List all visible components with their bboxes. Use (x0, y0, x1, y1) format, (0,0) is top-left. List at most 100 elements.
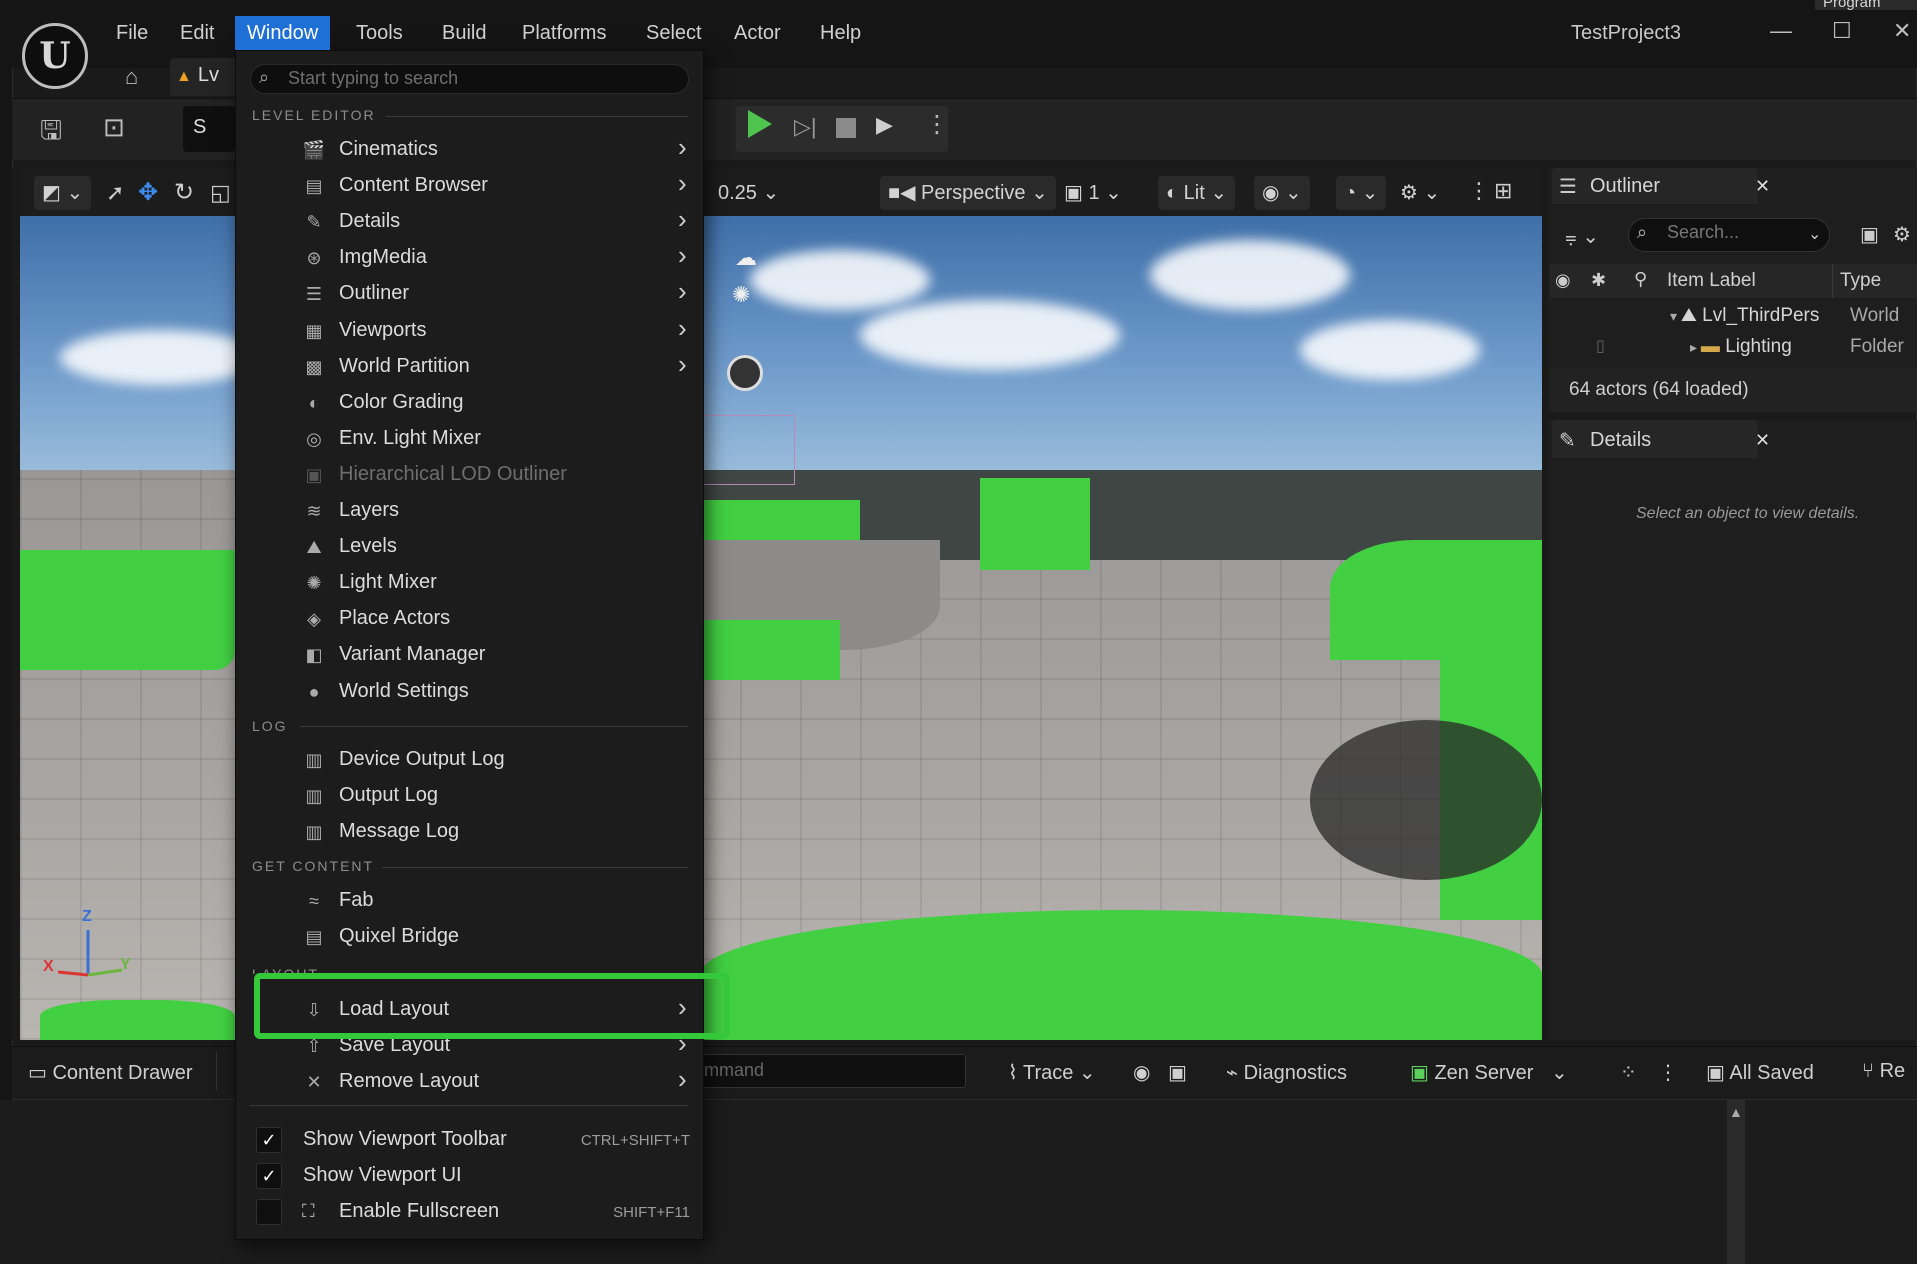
lit-button[interactable]: ◐ Lit ⌄ (1158, 176, 1236, 210)
diagnostics-button[interactable]: ⌁ Diagnostics (1226, 1060, 1347, 1085)
filter-icon[interactable]: ⩦ ⌄ (1565, 224, 1599, 249)
axis-gizmo (57, 930, 123, 977)
search-icon: ⌕ (259, 67, 270, 87)
cloud (750, 250, 930, 310)
checkbox[interactable]: ✓ (256, 1163, 282, 1189)
level-tab[interactable]: ▲ Lv (170, 58, 240, 96)
source-control-icon[interactable]: ⁘ (1620, 1060, 1637, 1085)
env-light-mixer-icon: ◎ (306, 429, 322, 449)
menu-item-label: Content Browser (339, 174, 488, 196)
play-options-icon[interactable]: ⋮ (925, 110, 949, 139)
menu-edit[interactable]: Edit (168, 16, 226, 50)
file-icon: ▯ (1596, 338, 1605, 355)
section-divider (382, 867, 688, 868)
menu-item-label: Place Actors (339, 607, 451, 629)
menu-platforms[interactable]: Platforms (510, 16, 618, 50)
column-item-label[interactable]: Item Label (1667, 270, 1756, 292)
camera-count-button[interactable]: ▣ 1 ⌄ (1056, 176, 1130, 210)
save-layout-icon: ⇧ (306, 1036, 322, 1056)
expand-arrow-icon[interactable]: ▾ (1670, 308, 1681, 324)
content-drawer-button[interactable]: ▭ Content Drawer (28, 1060, 193, 1085)
perspective-button[interactable]: ■◀ Perspective ⌄ (880, 176, 1056, 210)
collapse-arrow-icon[interactable]: ▸ (1690, 339, 1701, 355)
viewports-icon: ▦ (305, 321, 323, 341)
trace-label: Trace (1022, 1062, 1074, 1084)
translate-icon[interactable]: ✥ (138, 178, 158, 207)
toggle-label: Show Viewport UI (303, 1164, 462, 1186)
details-tab[interactable] (1552, 420, 1758, 458)
play-icon[interactable] (748, 110, 772, 138)
menu-help[interactable]: Help (808, 16, 873, 50)
log-icon: ▥ (305, 822, 323, 842)
outliner-close-icon[interactable]: ✕ (1755, 176, 1770, 197)
menu-item-label: Quixel Bridge (339, 925, 460, 947)
show-button[interactable]: ◉ ⌄ (1254, 176, 1310, 210)
eject-icon[interactable]: ▶ (876, 112, 893, 138)
pin-icon[interactable]: ⚲ (1634, 269, 1647, 290)
menu-file[interactable]: File (104, 16, 160, 50)
snap-value-button[interactable]: 0.25 ⌄ (710, 176, 787, 210)
menu-item-label: Outliner (339, 282, 410, 304)
scrollbar[interactable] (1727, 1100, 1745, 1264)
close-icon[interactable]: ✕ (1893, 18, 1911, 44)
section-level-editor: LEVEL EDITOR (252, 107, 376, 123)
section-divider (300, 726, 688, 727)
scroll-up-icon[interactable]: ▲ (1729, 1104, 1743, 1120)
diagnostics-icon: ⌁ (1226, 1062, 1244, 1084)
sphere-reflection-icon[interactable] (727, 355, 763, 391)
details-empty-message: Select an object to view details. (1636, 505, 1860, 522)
save-icon[interactable]: 🖫 (40, 112, 62, 156)
transform-mode-button[interactable]: ◩ ⌄ (34, 176, 92, 210)
record-icon[interactable]: ◉ (1133, 1060, 1150, 1085)
level-icon: ⛰ (1680, 305, 1703, 326)
checkbox[interactable]: ✓ (256, 1127, 282, 1153)
menu-item-label: Env. Light Mixer (339, 427, 481, 449)
content-drawer-icon: ▭ (28, 1062, 53, 1084)
viewport-settings-button[interactable]: ⚙ ⌄ (1392, 176, 1448, 210)
menu-item-label: World Settings (339, 680, 469, 702)
tree-row-lighting[interactable]: ▸ ▬ Lighting (1690, 336, 1792, 358)
add-folder-icon[interactable]: ▣ (1860, 222, 1879, 247)
taskbar-program-label: Program (1823, 0, 1881, 11)
status-divider (216, 1052, 217, 1090)
revision-control-button[interactable]: ⑂ Re (1862, 1060, 1905, 1083)
trace-button[interactable]: ⌇ Trace ⌄ (1008, 1060, 1096, 1085)
step-forward-icon[interactable]: ▷| (794, 114, 817, 140)
menu-select[interactable]: Select (634, 16, 714, 50)
sun-light-icon[interactable]: ✺ (732, 282, 750, 308)
layout-grid-icon[interactable]: ⊞ (1494, 178, 1512, 204)
column-type[interactable]: Type (1840, 270, 1881, 292)
all-saved-button[interactable]: ▣ All Saved (1706, 1060, 1814, 1085)
menu-actor[interactable]: Actor (722, 16, 793, 50)
zen-server-button[interactable]: ▣ Zen Server ⌄ (1410, 1060, 1568, 1085)
scale-icon[interactable]: ◱ (210, 180, 231, 206)
unreal-logo-icon[interactable]: U (22, 23, 88, 89)
stop-icon[interactable] (836, 118, 856, 138)
select-icon[interactable]: ➚ (106, 180, 124, 206)
rotate-icon[interactable]: ↻ (174, 178, 194, 207)
actor-count: 64 actors (64 loaded) (1569, 379, 1749, 400)
menu-item-label: ImgMedia (339, 246, 427, 268)
home-icon[interactable]: ⌂ (125, 64, 138, 90)
tree-row-world[interactable]: ▾ ⛰ Lvl_ThirdPers (1670, 305, 1819, 327)
performance-button[interactable]: ◔ ⌄ (1336, 176, 1387, 210)
star-icon[interactable]: ✱ (1591, 270, 1606, 291)
menu-build[interactable]: Build (430, 16, 498, 50)
status-options-icon[interactable]: ⋮ (1658, 1060, 1678, 1085)
maximize-icon[interactable]: ☐ (1832, 18, 1852, 44)
minimize-icon[interactable]: — (1770, 18, 1792, 44)
sky-light-icon[interactable]: ☁ (735, 245, 757, 271)
browse-icon[interactable]: ⊡ (103, 112, 125, 143)
select-mode-button[interactable]: S (183, 106, 235, 152)
settings-icon[interactable]: ⚙ (1893, 222, 1911, 247)
chevron-down-icon[interactable]: ⌄ (1808, 224, 1821, 244)
submenu-arrow-icon: › (678, 349, 687, 379)
visibility-icon[interactable]: ◉ (1555, 270, 1571, 291)
menu-tools[interactable]: Tools (344, 16, 415, 50)
menu-window[interactable]: Window (235, 16, 331, 50)
checkbox[interactable] (256, 1199, 282, 1225)
details-close-icon[interactable]: ✕ (1755, 430, 1770, 451)
screenshot-icon[interactable]: ▣ (1168, 1060, 1187, 1085)
viewport-options-icon[interactable]: ⋮ (1468, 178, 1490, 204)
details-title: Details (1590, 429, 1652, 451)
